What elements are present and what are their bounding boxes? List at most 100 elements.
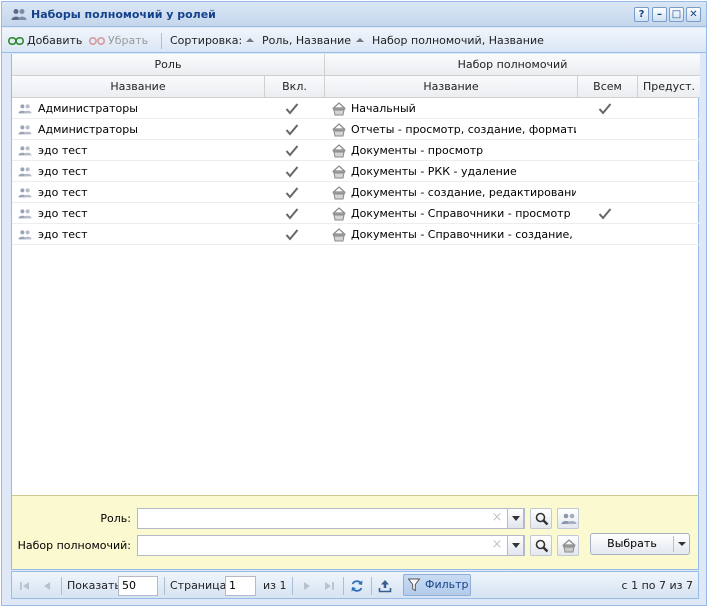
last-page-icon[interactable] bbox=[322, 579, 336, 593]
sort-asc-icon bbox=[246, 38, 254, 42]
permission-set-name-cell: Документы - просмотр bbox=[351, 144, 484, 157]
permission-set-name-cell: Начальный bbox=[351, 102, 416, 115]
set-filter-combo[interactable]: × bbox=[137, 535, 525, 556]
role-permissions-grid: Роль Набор полномочий Название Вкл. Назв… bbox=[11, 54, 700, 495]
role-name-cell: Администраторы bbox=[38, 102, 138, 115]
chevron-down-icon bbox=[512, 543, 520, 548]
basket-icon bbox=[332, 207, 346, 221]
role-name-cell: эдо тест bbox=[38, 207, 88, 220]
role-filter-label: Роль: bbox=[100, 512, 131, 525]
permission-set-name-cell: Документы - Справочники - просмотр bbox=[351, 207, 571, 220]
column-header-all[interactable]: Всем bbox=[578, 76, 638, 98]
set-filter-trigger[interactable] bbox=[507, 535, 524, 556]
group-header-role: Роль bbox=[12, 54, 325, 76]
page-size-label: Показать bbox=[67, 579, 121, 592]
filter-panel: Роль: × Набор полномочий: × Выбрать bbox=[11, 495, 699, 570]
role-filter-combo[interactable]: × bbox=[137, 508, 525, 529]
users-icon bbox=[18, 125, 32, 135]
column-header-enabled[interactable]: Вкл. bbox=[265, 76, 325, 98]
select-split-button[interactable]: Выбрать bbox=[590, 533, 690, 555]
paging-separator bbox=[164, 577, 165, 595]
role-select-button[interactable] bbox=[557, 508, 579, 529]
clear-icon[interactable]: × bbox=[491, 538, 503, 551]
basket-icon bbox=[332, 144, 346, 158]
toolbar: Добавить Убрать Сортировка: Роль, Назван… bbox=[2, 28, 706, 53]
paging-toolbar: Показать 50 Страница 1 из 1 Фильтр с 1 п… bbox=[11, 571, 699, 599]
set-select-button[interactable] bbox=[557, 535, 579, 556]
set-search-button[interactable] bbox=[530, 535, 552, 556]
all-check-icon bbox=[598, 207, 612, 220]
column-header-set-name[interactable]: Название bbox=[325, 76, 578, 98]
export-icon[interactable] bbox=[378, 579, 392, 593]
page-count-label: из 1 bbox=[263, 579, 287, 592]
basket-icon bbox=[562, 539, 576, 553]
window-titlebar[interactable]: Наборы полномочий у ролей ? – □ ✕ bbox=[2, 2, 706, 27]
page-size-input[interactable]: 50 bbox=[118, 576, 158, 596]
sort-by-role-label: Роль, Название bbox=[262, 34, 352, 47]
first-page-icon[interactable] bbox=[18, 579, 32, 593]
enabled-check-icon bbox=[285, 102, 299, 115]
enabled-check-icon bbox=[285, 144, 299, 157]
column-header-role-name[interactable]: Название bbox=[12, 76, 265, 98]
users-icon bbox=[18, 146, 32, 156]
role-name-cell: эдо тест bbox=[38, 186, 88, 199]
search-icon bbox=[535, 539, 549, 553]
role-name-cell: эдо тест bbox=[38, 165, 88, 178]
table-row[interactable]: эдо тест Документы - РКК - удаление bbox=[12, 161, 700, 182]
sort-label: Сортировка: bbox=[170, 34, 243, 47]
set-filter-label: Набор полномочий: bbox=[17, 539, 131, 552]
minimize-button[interactable]: – bbox=[652, 7, 667, 22]
sort-by-set-label: Набор полномочий, Название bbox=[372, 34, 544, 47]
select-button-label: Выбрать bbox=[607, 537, 657, 550]
basket-icon bbox=[332, 165, 346, 179]
funnel-icon bbox=[408, 578, 420, 592]
sort-asc-icon bbox=[356, 38, 364, 42]
enabled-check-icon bbox=[285, 228, 299, 241]
group-header-permission-set: Набор полномочий bbox=[325, 54, 700, 76]
basket-icon bbox=[332, 102, 346, 116]
basket-icon bbox=[332, 228, 346, 242]
users-icon bbox=[18, 104, 32, 114]
unlink-icon bbox=[89, 36, 105, 46]
table-row[interactable]: эдо тест Документы - просмотр bbox=[12, 140, 700, 161]
previous-page-icon[interactable] bbox=[40, 579, 54, 593]
filter-toggle-button[interactable]: Фильтр bbox=[403, 574, 471, 596]
role-name-cell: эдо тест bbox=[38, 228, 88, 241]
window-title: Наборы полномочий у ролей bbox=[31, 8, 216, 21]
role-filter-trigger[interactable] bbox=[507, 508, 524, 529]
all-check-icon bbox=[598, 102, 612, 115]
enabled-check-icon bbox=[285, 207, 299, 220]
role-search-button[interactable] bbox=[530, 508, 552, 529]
permission-set-name-cell: Отчеты - просмотр, создание, форматир... bbox=[351, 123, 576, 136]
next-page-icon[interactable] bbox=[300, 579, 314, 593]
column-header-predefined[interactable]: Предуст. bbox=[638, 76, 700, 98]
filter-toggle-label: Фильтр bbox=[425, 578, 469, 591]
maximize-button[interactable]: □ bbox=[669, 7, 684, 22]
add-button-label: Добавить bbox=[27, 34, 83, 47]
role-permission-sets-window: Наборы полномочий у ролей ? – □ ✕ Добави… bbox=[1, 1, 707, 606]
table-row[interactable]: эдо тест Документы - создание, редактиров… bbox=[12, 182, 700, 203]
page-number-input[interactable]: 1 bbox=[225, 576, 256, 596]
toolbar-separator bbox=[161, 33, 162, 49]
paging-summary: с 1 по 7 из 7 bbox=[621, 579, 693, 592]
enabled-check-icon bbox=[285, 165, 299, 178]
table-row[interactable]: эдо тест Документы - Справочники - просмо… bbox=[12, 203, 700, 224]
split-divider bbox=[673, 536, 674, 552]
table-row[interactable]: Администраторы Начальный bbox=[12, 98, 700, 119]
search-icon bbox=[535, 512, 549, 526]
enabled-check-icon bbox=[285, 186, 299, 199]
chevron-down-icon bbox=[512, 516, 520, 521]
table-row[interactable]: эдо тест Документы - Справочники - создан… bbox=[12, 224, 700, 245]
link-icon bbox=[8, 36, 24, 46]
permission-set-name-cell: Документы - создание, редактирование, ..… bbox=[351, 186, 576, 199]
basket-icon bbox=[332, 123, 346, 137]
paging-separator bbox=[292, 577, 293, 595]
users-icon bbox=[11, 9, 27, 20]
clear-icon[interactable]: × bbox=[491, 511, 503, 524]
close-button[interactable]: ✕ bbox=[686, 7, 701, 22]
table-row[interactable]: Администраторы Отчеты - просмотр, создани… bbox=[12, 119, 700, 140]
chevron-down-icon[interactable] bbox=[678, 542, 686, 546]
help-button[interactable]: ? bbox=[634, 7, 649, 22]
users-icon bbox=[561, 513, 577, 524]
refresh-icon[interactable] bbox=[350, 579, 364, 593]
